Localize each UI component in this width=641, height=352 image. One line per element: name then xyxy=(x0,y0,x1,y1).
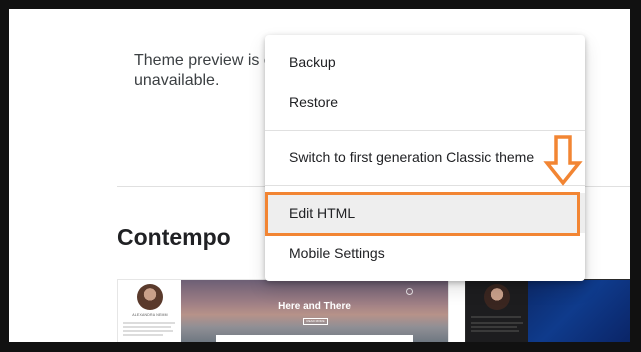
theme-options-menu: Backup Restore Switch to first generatio… xyxy=(265,35,585,281)
thumbnail-post-title: Here and There xyxy=(278,301,351,312)
theme-thumbnail-contempo-dark[interactable] xyxy=(465,279,630,342)
menu-item-restore[interactable]: Restore xyxy=(265,82,585,122)
thumbnail-text-line xyxy=(123,322,175,324)
menu-item-edit-html[interactable]: Edit HTML xyxy=(265,193,585,233)
theme-title: Contempo xyxy=(117,224,231,250)
theme-thumbnail-contempo-light[interactable]: ALEXANDRA NEMM Here and There READ MORE xyxy=(117,279,449,342)
menu-item-mobile-settings[interactable]: Mobile Settings xyxy=(265,233,585,273)
avatar xyxy=(484,284,510,310)
menu-divider xyxy=(265,130,585,131)
thumbnail-author-name: ALEXANDRA NEMM xyxy=(132,313,168,317)
theme-preview-message: Theme preview is c unavailable. xyxy=(134,51,284,91)
menu-divider xyxy=(265,185,585,186)
menu-item-backup[interactable]: Backup xyxy=(265,42,585,82)
thumbnail-post-card xyxy=(216,335,413,342)
thumbnail-text-line xyxy=(123,330,173,332)
thumbnail-text-line xyxy=(471,330,519,332)
thumbnail-hero-image xyxy=(528,280,630,342)
thumbnail-text-line xyxy=(471,326,517,328)
search-icon xyxy=(406,288,413,295)
thumbnail-sidebar xyxy=(466,280,528,342)
avatar xyxy=(137,284,163,310)
thumbnail-hero-image: Here and There READ MORE xyxy=(181,280,448,342)
thumbnail-sidebar: ALEXANDRA NEMM xyxy=(118,280,181,342)
theme-page: Theme preview is c unavailable. Contempo… xyxy=(9,9,630,342)
preview-line-1: Theme preview is c xyxy=(134,52,272,69)
down-arrow-icon xyxy=(543,135,583,186)
thumbnail-text-line xyxy=(471,322,523,324)
thumbnail-text-line xyxy=(471,316,521,318)
preview-line-2: unavailable. xyxy=(134,72,220,89)
thumbnail-text-line xyxy=(123,326,171,328)
thumbnail-text-line xyxy=(123,334,163,336)
thumbnail-read-more: READ MORE xyxy=(303,318,328,325)
menu-item-switch-classic[interactable]: Switch to first generation Classic theme xyxy=(265,137,585,177)
